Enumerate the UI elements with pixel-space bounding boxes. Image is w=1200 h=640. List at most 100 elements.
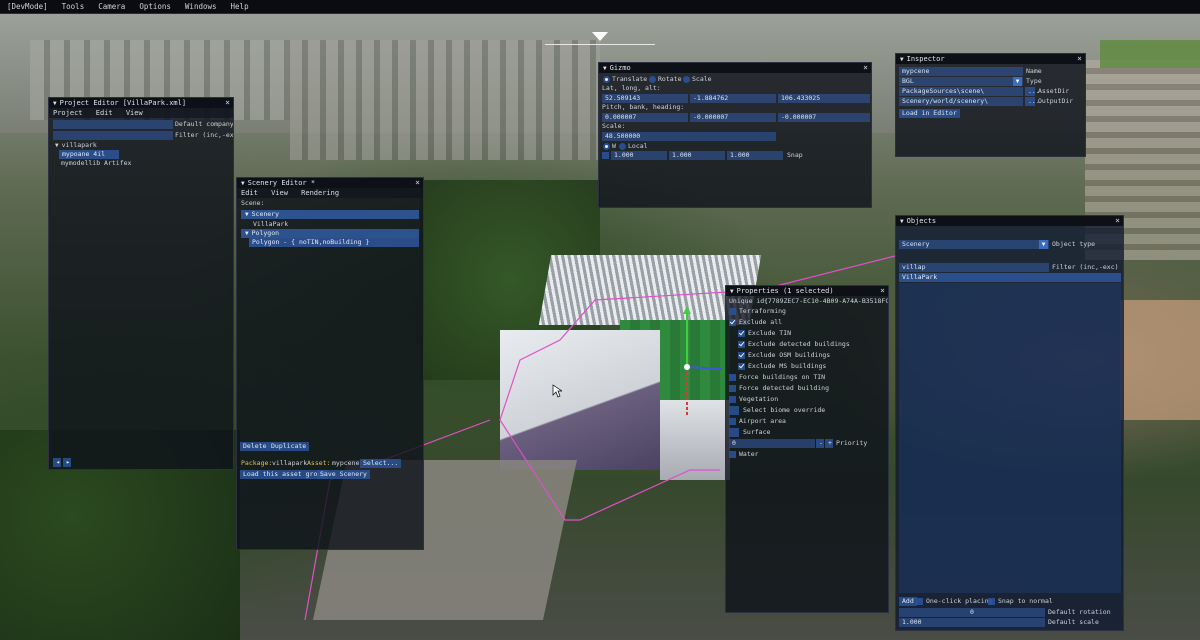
unique-id-label: Unique id: [729, 297, 769, 305]
force-tin-label: Force buildings on TIN [739, 373, 826, 381]
project-editor-titlebar[interactable]: ▼ Project Editor [VillaPark.xml] × [49, 98, 233, 108]
menu-devmode[interactable]: [DevMode] [0, 2, 55, 11]
collapse-icon[interactable]: ▼ [241, 180, 245, 187]
tree-item-selected[interactable]: mypoane 4il [59, 150, 119, 159]
close-icon[interactable]: × [1077, 54, 1082, 64]
snap-x-input[interactable]: 1.000 [611, 151, 667, 160]
load-asset-group-button[interactable]: Load this asset group [240, 470, 329, 479]
output-dir-browse-button[interactable]: ... [1025, 97, 1040, 106]
exclude-detected-checkbox[interactable] [738, 341, 745, 348]
snap-z-input[interactable]: 1.000 [727, 151, 783, 160]
type-select[interactable]: BGL ▼ [899, 77, 1023, 86]
collapse-icon[interactable]: ▼ [730, 288, 734, 295]
one-click-checkbox[interactable] [916, 598, 923, 605]
scene-header-polygon[interactable]: ▼ Polygon [241, 229, 419, 238]
tree-item[interactable]: mymodellib Artifex [61, 159, 131, 168]
scroll-left-button[interactable]: ◂ [53, 458, 61, 467]
menu-edit[interactable]: Edit [96, 109, 113, 117]
object-list-area[interactable] [899, 283, 1121, 593]
heading-input[interactable]: -0.000007 [778, 113, 870, 122]
load-in-editor-button[interactable]: Load in Editor [899, 109, 960, 118]
close-icon[interactable]: × [415, 178, 420, 188]
inspector-titlebar[interactable]: ▼ Inspector × [896, 54, 1085, 64]
menu-edit[interactable]: Edit [241, 189, 258, 197]
snap-checkbox-a[interactable] [602, 152, 609, 159]
collapse-icon[interactable]: ▼ [900, 218, 904, 225]
select-asset-button[interactable]: Select... [360, 459, 402, 468]
asset-label: Asset: [307, 459, 331, 467]
gizmo-titlebar[interactable]: ▼ Gizmo × [599, 63, 871, 73]
force-tin-checkbox[interactable] [729, 374, 736, 381]
rotate-radio[interactable] [649, 76, 656, 83]
scenery-editor-titlebar[interactable]: ▼ Scenery Editor * × [237, 178, 423, 188]
duplicate-button[interactable]: Duplicate [268, 442, 310, 451]
terraforming-checkbox[interactable] [729, 308, 736, 315]
exclude-ms-checkbox[interactable] [738, 363, 745, 370]
close-icon[interactable]: × [225, 98, 230, 108]
asset-dir-input[interactable]: PackageSources\scene\ [899, 87, 1023, 96]
translate-radio[interactable] [603, 76, 610, 83]
project-filter-input[interactable] [53, 131, 173, 140]
menu-project[interactable]: Project [53, 109, 83, 117]
tree-root[interactable]: ▼ villapark [55, 141, 97, 150]
save-scenery-button[interactable]: Save Scenery [317, 470, 370, 479]
water-checkbox[interactable] [729, 451, 736, 458]
menu-tools[interactable]: Tools [55, 2, 92, 11]
longitude-input[interactable]: -1.884762 [690, 94, 776, 103]
scene-item-polygon-selected[interactable]: Polygon - { noTIN,noBuilding } [249, 238, 419, 247]
delete-button[interactable]: Delete [240, 442, 270, 451]
collapse-icon[interactable]: ▼ [603, 65, 607, 72]
world-radio[interactable] [603, 143, 610, 150]
snap-y-input[interactable]: 1.000 [669, 151, 725, 160]
scene-header-scenery[interactable]: ▼ Scenery [241, 210, 419, 219]
latitude-input[interactable]: 52.509143 [602, 94, 688, 103]
scale-radio[interactable] [683, 76, 690, 83]
objects-filter-input[interactable]: villap [899, 263, 1049, 272]
exclude-all-checkbox[interactable] [729, 319, 736, 326]
scroll-right-button[interactable]: ▸ [63, 458, 71, 467]
altitude-input[interactable]: 106.433025 [778, 94, 870, 103]
local-radio[interactable] [619, 143, 626, 150]
objects-titlebar[interactable]: ▼ Objects × [896, 216, 1123, 226]
object-type-select[interactable]: Scenery ▼ [899, 240, 1049, 249]
bank-input[interactable]: -0.000007 [690, 113, 776, 122]
pitch-input[interactable]: 0.000007 [602, 113, 688, 122]
menu-help[interactable]: Help [224, 2, 256, 11]
vegetation-checkbox[interactable] [729, 396, 736, 403]
scale-input[interactable]: 48.500000 [602, 132, 776, 141]
menu-view[interactable]: View [126, 109, 143, 117]
menu-camera[interactable]: Camera [91, 2, 132, 11]
exclude-osm-checkbox[interactable] [738, 352, 745, 359]
airport-area-checkbox[interactable] [729, 418, 736, 425]
company-name-input[interactable] [53, 120, 173, 129]
asset-dir-browse-button[interactable]: ... [1025, 87, 1040, 96]
priority-increment-button[interactable]: + [825, 439, 833, 448]
camera-marker-line [545, 44, 655, 45]
collapse-icon[interactable]: ▼ [900, 56, 904, 63]
menu-rendering[interactable]: Rendering [301, 189, 339, 197]
exclude-tin-checkbox[interactable] [738, 330, 745, 337]
biome-override-toggle[interactable] [729, 406, 739, 415]
surface-toggle[interactable] [729, 428, 739, 437]
name-input[interactable]: mypcene [899, 67, 1023, 76]
menu-windows[interactable]: Windows [178, 2, 224, 11]
close-icon[interactable]: × [880, 286, 885, 296]
collapse-icon[interactable]: ▼ [53, 100, 57, 107]
close-icon[interactable]: × [863, 63, 868, 73]
add-button[interactable]: Add [899, 597, 917, 606]
snap-normal-checkbox[interactable] [988, 598, 995, 605]
snap-label: Snap [787, 151, 803, 159]
priority-decrement-button[interactable]: - [816, 439, 824, 448]
default-scale-input[interactable]: 1.000 [899, 618, 1045, 627]
priority-input[interactable]: 0 [729, 439, 815, 448]
force-detected-checkbox[interactable] [729, 385, 736, 392]
close-icon[interactable]: × [1115, 216, 1120, 226]
properties-titlebar[interactable]: ▼ Properties (1 selected) × [726, 286, 888, 296]
menu-view[interactable]: View [271, 189, 288, 197]
default-rotation-slider[interactable]: 0 [899, 608, 1045, 617]
output-dir-input[interactable]: Scenery/world/scenery\ [899, 97, 1023, 106]
menu-options[interactable]: Options [132, 2, 178, 11]
object-list-item[interactable]: VillaPark [899, 273, 1121, 282]
objects-title: Objects [906, 217, 937, 225]
scene-item-villapark[interactable]: VillaPark [253, 220, 288, 229]
